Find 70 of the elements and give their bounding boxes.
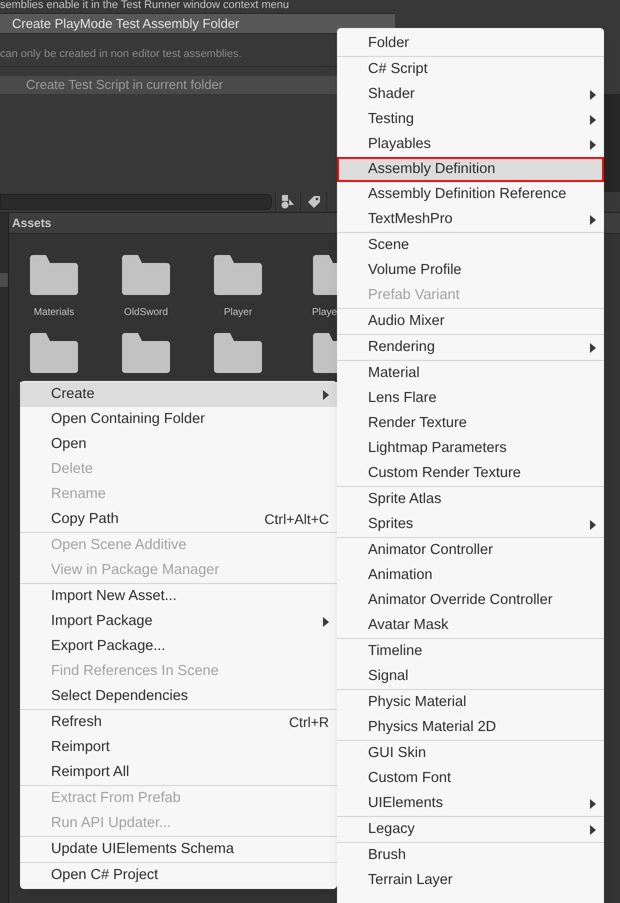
submenu-arrow-icon	[590, 342, 596, 352]
menu-item[interactable]: Animator Controller	[337, 538, 604, 563]
menu-item[interactable]: Update UIElements Schema	[20, 837, 337, 862]
menu-item[interactable]: Legacy	[337, 817, 604, 842]
menu-item[interactable]: Reimport All	[20, 760, 337, 785]
menu-item[interactable]: Sprites	[337, 512, 604, 537]
menu-item[interactable]: Open Containing Folder	[20, 407, 337, 432]
folder-icon[interactable]	[122, 255, 170, 295]
menu-item[interactable]: Signal	[337, 664, 604, 689]
menu-item[interactable]: Folder	[337, 31, 604, 56]
menu-item[interactable]: Assembly Definition	[337, 157, 604, 182]
menu-item[interactable]: Custom Font	[337, 766, 604, 791]
submenu-arrow-icon	[590, 140, 596, 150]
menu-item[interactable]: Refresh Ctrl+R	[20, 710, 337, 735]
menu-item[interactable]: Physics Material 2D	[337, 715, 604, 740]
menu-item[interactable]: UIElements	[337, 791, 604, 816]
menu-item[interactable]: Import Package	[20, 609, 337, 634]
folder-icon[interactable]	[214, 333, 262, 373]
menu-item[interactable]: Assembly Definition Reference	[337, 182, 604, 207]
menu-item[interactable]: Terrain Layer	[337, 868, 604, 893]
menu-item[interactable]: Sprite Atlas	[337, 487, 604, 512]
menu-item[interactable]: GUI Skin	[337, 741, 604, 766]
submenu-arrow-icon	[590, 824, 596, 834]
menu-item[interactable]: Brush	[337, 843, 604, 868]
menu-item[interactable]: Import New Asset...	[20, 584, 337, 609]
menu-item[interactable]: Open C# Project	[20, 863, 337, 888]
menu-item[interactable]: Export Package...	[20, 634, 337, 659]
menu-item[interactable]: Lightmap Parameters	[337, 436, 604, 461]
submenu-arrow-icon	[590, 798, 596, 808]
folder-icon[interactable]	[30, 333, 78, 373]
menu-item[interactable]: Animation	[337, 563, 604, 588]
submenu-arrow-icon	[590, 114, 596, 124]
search-field[interactable]	[0, 194, 272, 210]
menu-item[interactable]: Copy Path Ctrl+Alt+C	[20, 507, 337, 532]
hint-text: semblies enable it in the Test Runner window context menu	[0, 0, 290, 12]
folder-icon[interactable]	[214, 255, 262, 295]
shapes-icon[interactable]	[275, 192, 301, 212]
menu-item[interactable]: Avatar Mask	[337, 613, 604, 638]
submenu-arrow-icon	[590, 520, 596, 530]
submenu-arrow-icon	[590, 90, 596, 100]
menu-item[interactable]: Rendering	[337, 335, 604, 360]
submenu-arrow-icon	[590, 214, 596, 224]
menu-item[interactable]: Create	[20, 382, 337, 407]
menu-item[interactable]: Render Texture	[337, 411, 604, 436]
menu-item[interactable]: Volume Profile	[337, 258, 604, 283]
menu-item[interactable]: Custom Render Texture	[337, 461, 604, 486]
menu-item[interactable]: Testing	[337, 107, 604, 132]
menu-item[interactable]: Reimport	[20, 735, 337, 760]
menu-item[interactable]: Shader	[337, 82, 604, 107]
menu-item[interactable]: Playables	[337, 132, 604, 157]
menu-item[interactable]: Material	[337, 361, 604, 386]
menu-item[interactable]: Animator Override Controller	[337, 588, 604, 613]
menu-item[interactable]: Open	[20, 432, 337, 457]
menu-item[interactable]: Audio Mixer	[337, 309, 604, 334]
folder-icon[interactable]	[122, 333, 170, 373]
folder-icon[interactable]	[30, 255, 78, 295]
menu-item[interactable]: C# Script	[337, 57, 604, 82]
folder-label[interactable]: Materials	[34, 305, 74, 320]
folder-label[interactable]: OldSword	[124, 305, 168, 320]
menu-item[interactable]: Lens Flare	[337, 386, 604, 411]
menu-item[interactable]: Scene	[337, 233, 604, 258]
folder-label[interactable]: Player	[224, 305, 252, 320]
create-playmode-folder-button[interactable]: Create PlayMode Test Assembly Folder	[0, 13, 395, 34]
menu-item[interactable]: Select Dependencies	[20, 684, 337, 709]
folder-label[interactable]: Playe	[312, 305, 337, 320]
submenu-arrow-icon	[323, 390, 329, 400]
note-text: can only be created in non editor test assemblies.	[0, 47, 243, 62]
submenu-arrow-icon	[323, 616, 329, 626]
menu-item[interactable]: Physic Material	[337, 690, 604, 715]
menu-item[interactable]: Timeline	[337, 639, 604, 664]
